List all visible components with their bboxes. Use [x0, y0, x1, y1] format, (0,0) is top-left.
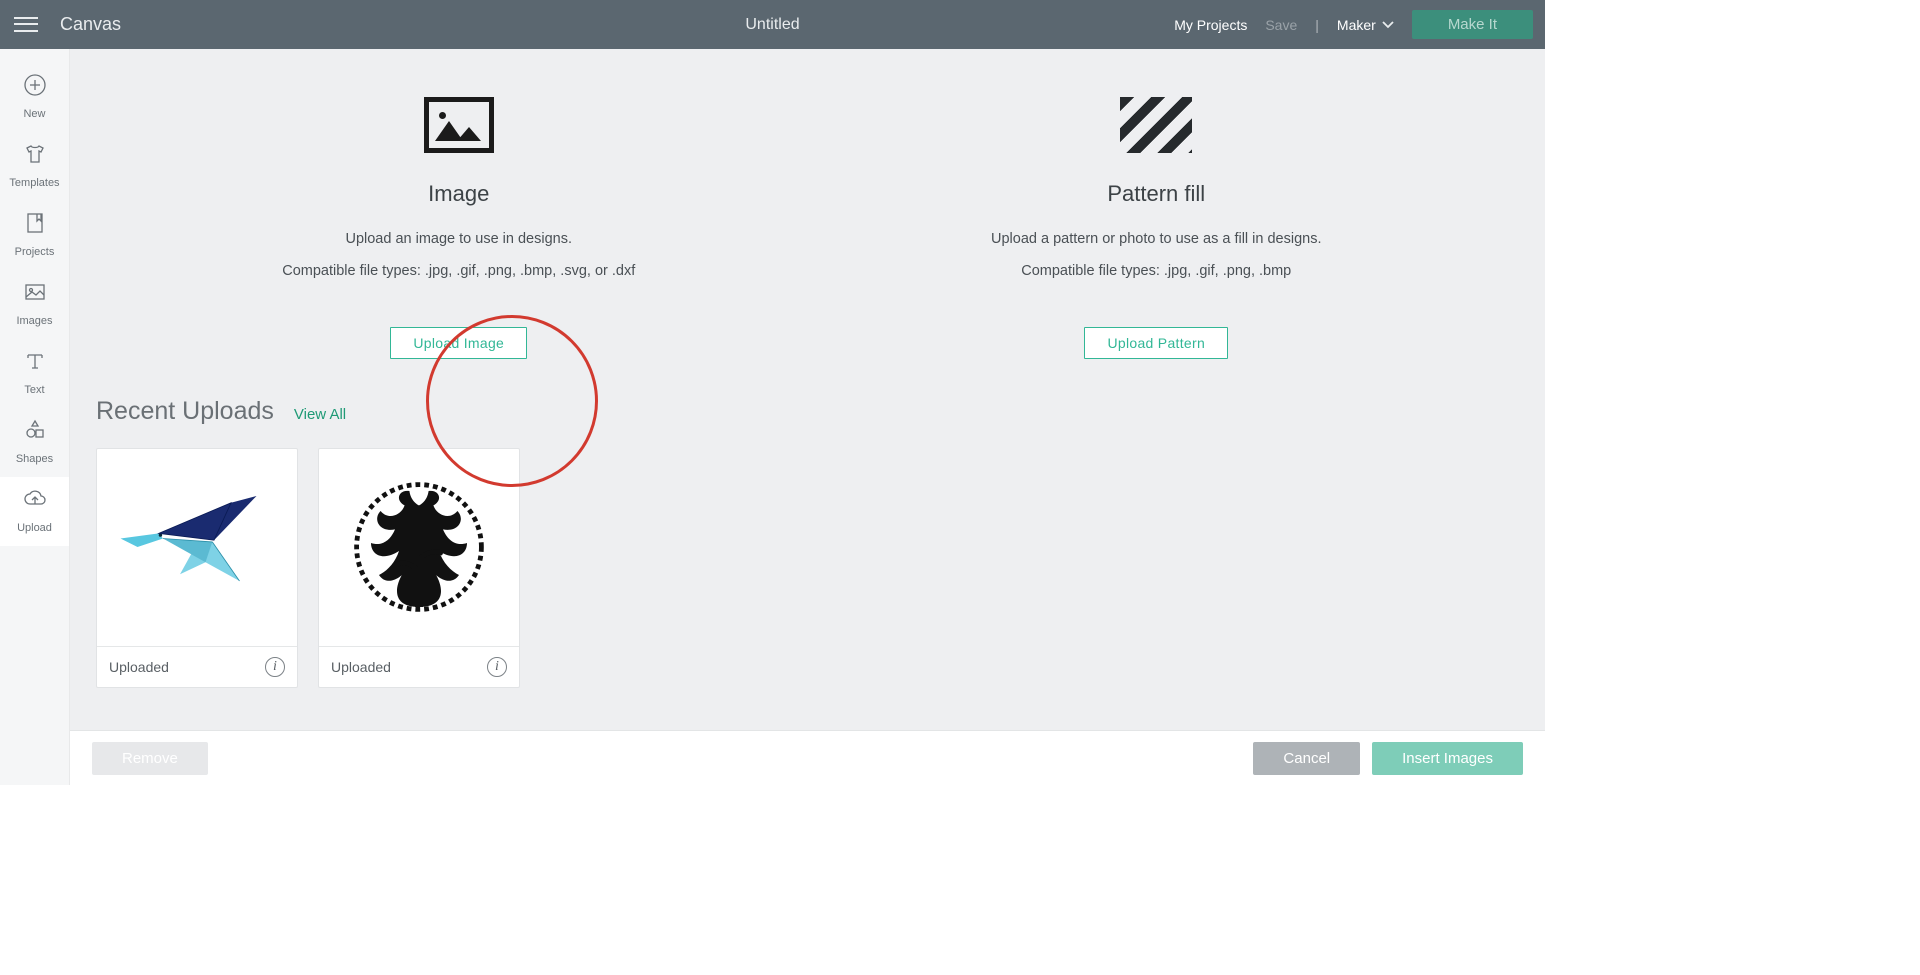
sidebar-item-text[interactable]: Text — [0, 339, 69, 408]
info-icon[interactable]: i — [265, 657, 285, 677]
sidebar-item-label: Text — [0, 384, 69, 396]
upload-card[interactable]: Uploaded i — [96, 448, 298, 688]
cancel-button[interactable]: Cancel — [1253, 742, 1360, 775]
my-projects-link[interactable]: My Projects — [1174, 17, 1247, 33]
machine-selector[interactable]: Maker — [1337, 17, 1394, 33]
hummingbird-icon — [112, 479, 282, 615]
sidebar-item-projects[interactable]: Projects — [0, 201, 69, 270]
canvas-label[interactable]: Canvas — [60, 14, 121, 35]
remove-button[interactable]: Remove — [92, 742, 208, 775]
sidebar-item-new[interactable]: New — [0, 63, 69, 132]
sidebar-item-shapes[interactable]: Shapes — [0, 408, 69, 477]
machine-label: Maker — [1337, 17, 1376, 33]
upload-card[interactable]: Uploaded i — [318, 448, 520, 688]
upload-pattern-desc-2: Compatible file types: .jpg, .gif, .png,… — [1021, 261, 1291, 283]
image-frame-icon — [424, 97, 494, 153]
sidebar-item-label: Templates — [0, 177, 69, 189]
tshirt-icon — [23, 142, 47, 166]
upload-image-title: Image — [428, 181, 489, 207]
menu-icon[interactable] — [12, 11, 40, 39]
left-sidebar: New Templates Projects Images Text Shape — [0, 49, 70, 785]
upload-pattern-title: Pattern fill — [1107, 181, 1205, 207]
upload-card-label: Uploaded — [331, 659, 391, 675]
bookmark-page-icon — [23, 211, 47, 235]
view-all-link[interactable]: View All — [294, 406, 346, 423]
upload-pattern-column: Pattern fill Upload a pattern or photo t… — [836, 97, 1476, 359]
text-icon — [23, 349, 47, 373]
separator: | — [1315, 17, 1319, 33]
upload-pattern-button[interactable]: Upload Pattern — [1084, 327, 1228, 359]
info-icon[interactable]: i — [487, 657, 507, 677]
project-title[interactable]: Untitled — [745, 16, 799, 34]
sidebar-item-templates[interactable]: Templates — [0, 132, 69, 201]
make-it-button[interactable]: Make It — [1412, 10, 1533, 39]
upload-image-desc-2: Compatible file types: .jpg, .gif, .png,… — [282, 261, 635, 283]
chevron-down-icon — [1382, 19, 1394, 31]
top-bar: Canvas Untitled My Projects Save | Maker… — [0, 0, 1545, 49]
recent-uploads-heading: Recent Uploads — [96, 397, 274, 426]
upload-image-desc-1: Upload an image to use in designs. — [345, 229, 572, 251]
sidebar-item-label: Projects — [0, 246, 69, 258]
shapes-icon — [23, 418, 47, 442]
upload-thumbnail — [97, 449, 297, 647]
bottom-bar: Remove Cancel Insert Images — [70, 730, 1545, 785]
recent-uploads-section: Recent Uploads View All — [70, 385, 1545, 718]
main-panel: Image Upload an image to use in designs.… — [70, 49, 1545, 785]
tree-icon — [339, 467, 499, 627]
insert-images-button[interactable]: Insert Images — [1372, 742, 1523, 775]
main-scroll[interactable]: Image Upload an image to use in designs.… — [70, 49, 1545, 730]
sidebar-item-label: Images — [0, 315, 69, 327]
upload-thumbnail — [319, 449, 519, 647]
image-icon — [23, 280, 47, 304]
sidebar-item-label: Upload — [0, 522, 69, 534]
sidebar-item-upload[interactable]: Upload — [0, 477, 69, 546]
sidebar-item-label: Shapes — [0, 453, 69, 465]
app-root: Canvas Untitled My Projects Save | Maker… — [0, 0, 1545, 785]
upload-image-button[interactable]: Upload Image — [390, 327, 527, 359]
sidebar-item-label: New — [0, 108, 69, 120]
pattern-stripes-icon — [1120, 97, 1192, 153]
sidebar-item-images[interactable]: Images — [0, 270, 69, 339]
upload-cloud-icon — [23, 487, 47, 511]
plus-circle-icon — [23, 73, 47, 97]
save-link: Save — [1265, 17, 1297, 33]
upload-image-column: Image Upload an image to use in designs.… — [139, 97, 779, 359]
upload-pattern-desc-1: Upload a pattern or photo to use as a fi… — [991, 229, 1321, 251]
upload-card-label: Uploaded — [109, 659, 169, 675]
